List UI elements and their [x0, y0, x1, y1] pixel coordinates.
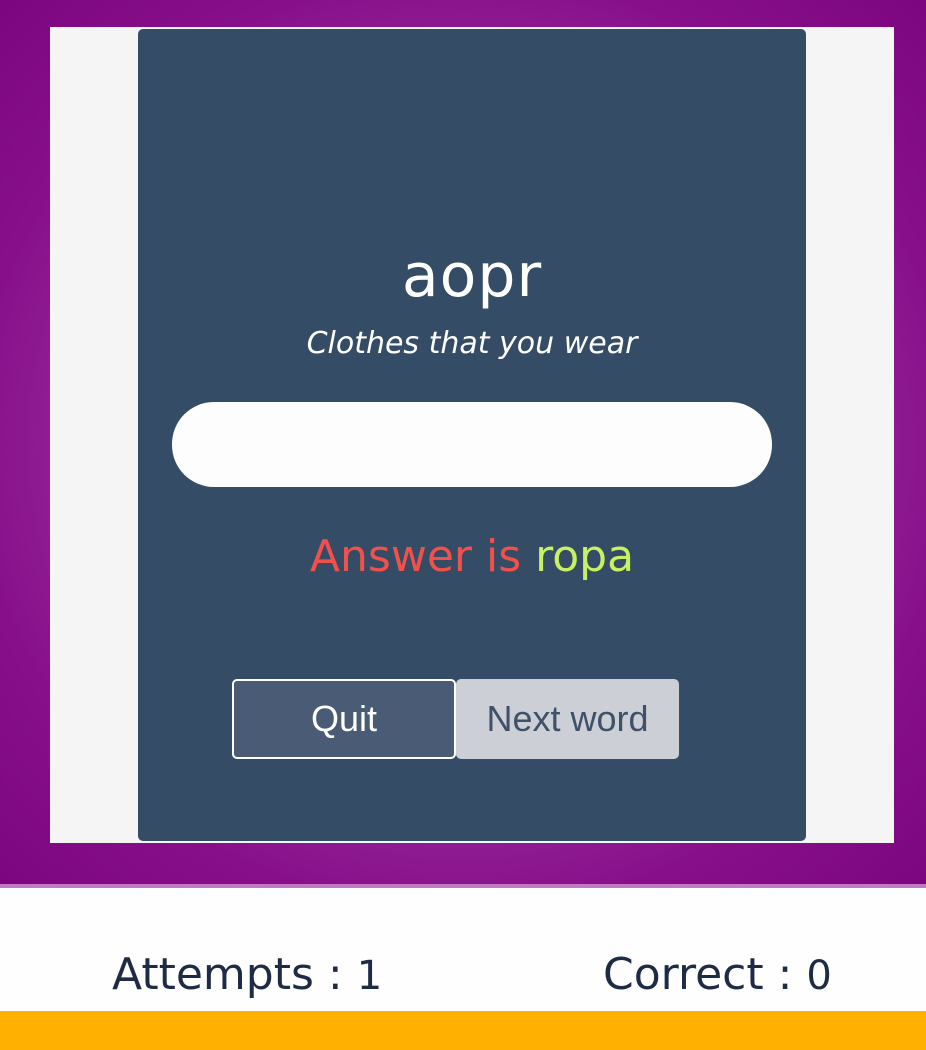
stats-bar: Attempts : 1 Correct : 0	[0, 888, 926, 1011]
game-card: aopr Clothes that you wear Answer is rop…	[138, 29, 806, 841]
correct-value: 0	[806, 953, 832, 999]
attempts-value: 1	[356, 953, 383, 999]
correct-counter: Correct : 0	[603, 948, 832, 1003]
scrambled-word: aopr	[401, 241, 543, 311]
answer-result-prefix: Answer is	[309, 531, 522, 582]
next-word-button[interactable]: Next word	[456, 679, 679, 759]
word-hint: Clothes that you wear	[306, 326, 638, 361]
attempts-label: Attempts :	[112, 949, 343, 1000]
attempts-counter: Attempts : 1	[112, 948, 382, 1003]
quit-button[interactable]: Quit	[232, 679, 456, 759]
correct-label: Correct :	[603, 949, 793, 1000]
answer-result: Answer is ropa	[138, 529, 806, 585]
answer-result-word: ropa	[535, 531, 635, 582]
answer-input[interactable]	[172, 402, 772, 487]
footer-bar	[0, 1011, 926, 1050]
